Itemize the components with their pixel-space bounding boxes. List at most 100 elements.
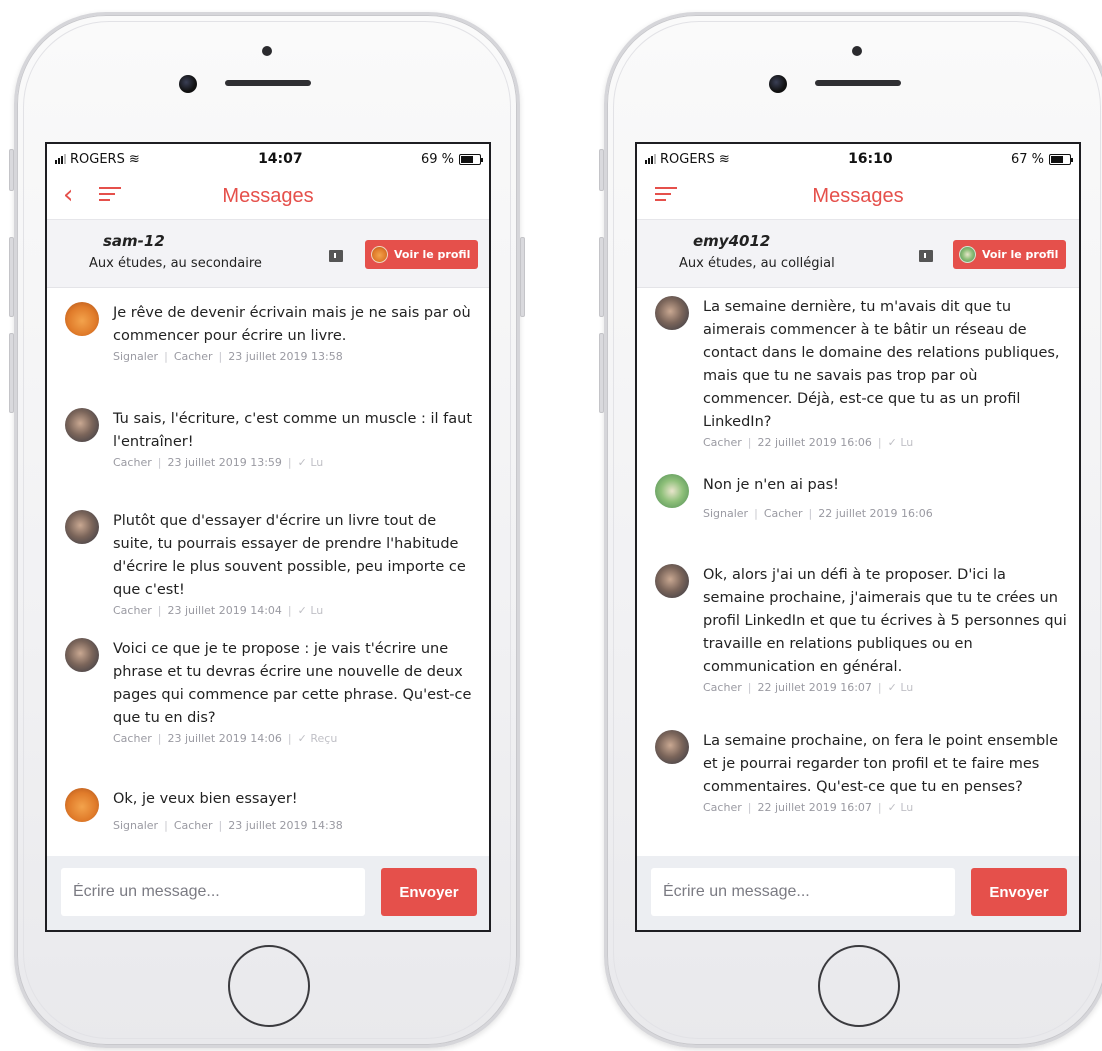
send-button[interactable]: Envoyer — [971, 868, 1067, 916]
message-text: Ok, je veux bien essayer! — [113, 791, 298, 807]
earpiece-speaker — [225, 80, 311, 86]
view-profile-button[interactable]: Voir le profil — [365, 240, 479, 269]
message-text: Non je n'en ai pas! — [703, 477, 839, 493]
mentor-avatar — [65, 408, 99, 442]
send-button[interactable]: Envoyer — [381, 868, 477, 916]
status-bar: ROGERS ≋ 14:07 69 % — [47, 144, 489, 174]
battery-icon — [1048, 153, 1073, 165]
mentor-avatar — [65, 510, 99, 544]
message-text: Plutôt que d'essayer d'écrire un livre t… — [113, 513, 466, 598]
clock: 14:07 — [258, 151, 303, 167]
archive-icon[interactable] — [329, 250, 343, 262]
clock: 16:10 — [848, 151, 893, 167]
proximity-sensor — [852, 46, 862, 56]
front-camera — [769, 75, 787, 93]
message-item: Ok, alors j'ai un défi à te proposer. D'… — [655, 564, 1069, 694]
message-date: 22 juillet 2019 16:07 — [757, 681, 872, 694]
message-text: La semaine dernière, tu m'avais dit que … — [703, 299, 1060, 430]
message-date: 23 juillet 2019 14:04 — [167, 604, 282, 617]
message-item: Ok, je veux bien essayer! Signaler | Cach… — [65, 788, 479, 832]
contact-avatar-icon — [371, 246, 388, 263]
contact-name: sam-12 — [103, 232, 165, 250]
student-avatar — [65, 788, 99, 822]
read-receipt: ✓ Lu — [297, 456, 324, 469]
message-item: Voici ce que je te propose : je vais t'é… — [65, 638, 479, 745]
message-date: 23 juillet 2019 14:06 — [167, 732, 282, 745]
read-receipt: ✓ Lu — [887, 681, 914, 694]
message-date: 22 juillet 2019 16:06 — [757, 436, 872, 449]
volume-down-button — [9, 333, 14, 413]
message-text: Tu sais, l'écriture, c'est comme un musc… — [113, 411, 473, 450]
message-text: La semaine prochaine, on fera le point e… — [703, 733, 1059, 795]
phone-left: ROGERS ≋ 14:07 69 % ‹ Messages sam-12 Au… — [9, 12, 525, 1048]
mentor-avatar — [655, 564, 689, 598]
mentor-avatar — [65, 638, 99, 672]
view-profile-button[interactable]: Voir le profil — [953, 240, 1067, 269]
volume-down-button — [599, 333, 604, 413]
read-receipt: ✓ Lu — [887, 801, 914, 814]
message-date: 23 juillet 2019 13:59 — [167, 456, 282, 469]
volume-up-button — [9, 237, 14, 317]
contact-name: emy4012 — [693, 232, 771, 250]
hide-link[interactable]: Cacher — [703, 436, 742, 449]
message-date: 22 juillet 2019 16:06 — [818, 507, 933, 520]
contact-status: Aux études, au collégial — [679, 256, 835, 271]
contact-status: Aux études, au secondaire — [89, 256, 262, 271]
power-button — [520, 237, 525, 317]
report-link[interactable]: Signaler — [113, 350, 158, 363]
message-item: Non je n'en ai pas! Signaler | Cacher | 22… — [655, 474, 1069, 520]
student-avatar — [655, 474, 689, 508]
hide-link[interactable]: Cacher — [174, 350, 213, 363]
message-input[interactable] — [61, 868, 365, 916]
conversation-header: sam-12 Aux études, au secondaire Voir le… — [47, 220, 489, 288]
student-avatar — [65, 302, 99, 336]
screen: ROGERS ≋ 14:07 69 % ‹ Messages sam-12 Au… — [45, 142, 491, 932]
front-camera — [179, 75, 197, 93]
report-link[interactable]: Signaler — [113, 819, 158, 832]
home-button[interactable] — [818, 945, 900, 1027]
page-title: Messages — [812, 185, 904, 207]
battery-percent: 67 % — [1010, 151, 1044, 167]
message-date: 22 juillet 2019 16:07 — [757, 801, 872, 814]
proximity-sensor — [262, 46, 272, 56]
conversation-header: emy4012 Aux études, au collégial Voir le… — [637, 220, 1079, 288]
battery-percent: 69 % — [420, 151, 454, 167]
mute-switch — [599, 149, 604, 191]
composer: Envoyer — [637, 856, 1079, 930]
composer: Envoyer — [47, 856, 489, 930]
signal-icon — [645, 154, 656, 164]
home-button[interactable] — [228, 945, 310, 1027]
report-link[interactable]: Signaler — [703, 507, 748, 520]
hide-link[interactable]: Cacher — [174, 819, 213, 832]
read-receipt: ✓ Lu — [297, 604, 324, 617]
signal-icon — [55, 154, 66, 164]
message-item: La semaine prochaine, on fera le point e… — [655, 730, 1069, 814]
message-item: Plutôt que d'essayer d'écrire un livre t… — [65, 510, 479, 617]
nav-bar: Messages — [637, 174, 1079, 220]
message-list[interactable]: La semaine dernière, tu m'avais dit que … — [637, 288, 1079, 858]
message-list[interactable]: Je rêve de devenir écrivain mais je ne s… — [47, 288, 489, 858]
hide-link[interactable]: Cacher — [703, 801, 742, 814]
mentor-avatar — [655, 296, 689, 330]
contact-avatar-icon — [959, 246, 976, 263]
archive-icon[interactable] — [919, 250, 933, 262]
earpiece-speaker — [815, 80, 901, 86]
nav-bar: ‹ Messages — [47, 174, 489, 220]
message-input[interactable] — [651, 868, 955, 916]
hide-link[interactable]: Cacher — [113, 456, 152, 469]
message-date: 23 juillet 2019 13:58 — [228, 350, 343, 363]
hide-link[interactable]: Cacher — [764, 507, 803, 520]
hide-link[interactable]: Cacher — [113, 604, 152, 617]
page-title: Messages — [222, 185, 314, 207]
message-text: Je rêve de devenir écrivain mais je ne s… — [113, 305, 471, 344]
message-text: Ok, alors j'ai un défi à te proposer. D'… — [703, 567, 1067, 675]
hide-link[interactable]: Cacher — [703, 681, 742, 694]
message-date: 23 juillet 2019 14:38 — [228, 819, 343, 832]
volume-up-button — [599, 237, 604, 317]
carrier-label: ROGERS — [660, 151, 715, 167]
view-profile-label: Voir le profil — [394, 248, 471, 261]
view-profile-label: Voir le profil — [982, 248, 1059, 261]
message-item: La semaine dernière, tu m'avais dit que … — [655, 296, 1069, 449]
wifi-icon: ≋ — [128, 151, 140, 167]
hide-link[interactable]: Cacher — [113, 732, 152, 745]
